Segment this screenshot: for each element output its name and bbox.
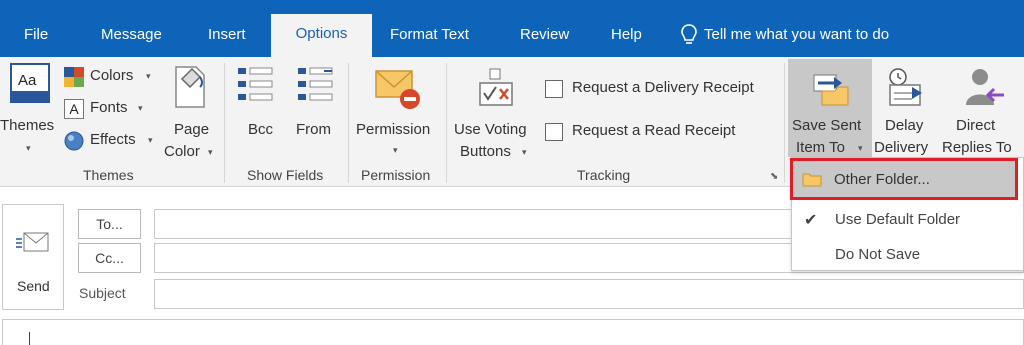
bcc-button[interactable]: Bcc <box>232 61 282 161</box>
group-separator <box>446 63 447 183</box>
group-separator <box>348 63 349 183</box>
ribbon-tab-bar: File Message Insert Options Format Text … <box>0 0 1024 57</box>
use-default-folder-label: Use Default Folder <box>835 211 961 228</box>
delay-label-1: Delay <box>885 117 924 134</box>
group-label-show-fields: Show Fields <box>247 167 324 183</box>
colors-icon <box>64 67 84 87</box>
from-icon <box>298 67 333 101</box>
save-sent-caret-icon: ▾ <box>858 143 863 153</box>
group-separator <box>224 63 225 183</box>
svg-text:Aa: Aa <box>18 72 37 89</box>
save-sent-label-1: Save Sent <box>792 117 862 134</box>
tab-review[interactable]: Review <box>520 22 569 48</box>
read-receipt-box[interactable] <box>545 123 563 141</box>
delivery-receipt-checkbox[interactable]: Request a Delivery Receipt <box>543 77 783 101</box>
direct-label-1: Direct <box>956 117 996 134</box>
permission-caret-icon: ▾ <box>393 145 398 155</box>
send-label: Send <box>17 278 50 294</box>
from-label: From <box>296 121 331 138</box>
fonts-icon: A <box>64 99 84 119</box>
subject-label: Subject <box>79 285 126 301</box>
fonts-label: Fonts <box>90 99 128 116</box>
permission-button[interactable]: Permission ▾ <box>352 61 442 161</box>
direct-label-2: Replies To <box>942 139 1012 156</box>
send-button[interactable]: Send <box>2 204 64 310</box>
delivery-receipt-box[interactable] <box>545 80 563 98</box>
use-voting-label-2: Buttons <box>460 143 511 160</box>
dialog-launcher-icon[interactable]: ⬊ <box>770 171 778 182</box>
save-sent-label-2: Item To <box>796 139 845 156</box>
colors-caret-icon: ▾ <box>146 71 151 81</box>
lightbulb-icon <box>681 24 697 44</box>
tab-options[interactable]: Options <box>271 14 372 57</box>
effects-label: Effects <box>90 131 136 148</box>
tab-format-text[interactable]: Format Text <box>390 22 469 48</box>
save-sent-item-to-button[interactable]: Save Sent Item To ▾ <box>788 59 872 157</box>
use-voting-caret-icon: ▾ <box>522 147 527 157</box>
group-label-themes: Themes <box>83 167 134 183</box>
colors-label: Colors <box>90 67 134 84</box>
bcc-icon <box>238 67 273 101</box>
menu-item-use-default-folder[interactable]: ✔ Use Default Folder <box>792 203 1023 237</box>
menu-item-do-not-save[interactable]: Do Not Save <box>792 238 1023 272</box>
folder-icon <box>802 173 822 187</box>
fonts-caret-icon: ▾ <box>138 103 143 113</box>
tab-options-label: Options <box>295 25 348 42</box>
use-voting-label-1: Use Voting <box>454 121 527 138</box>
page-color-label-2: Color <box>164 143 200 160</box>
group-label-permission: Permission <box>361 167 431 183</box>
effects-caret-icon: ▾ <box>148 135 153 145</box>
delay-delivery-button[interactable]: Delay Delivery <box>872 59 940 157</box>
themes-button[interactable]: Aa Themes ▾ <box>0 61 60 157</box>
permission-label: Permission <box>356 121 431 138</box>
text-cursor <box>29 332 30 345</box>
group-separator <box>784 63 785 183</box>
themes-caret-icon: ▾ <box>26 143 31 153</box>
delay-delivery-icon <box>889 68 922 106</box>
group-label-tracking: Tracking <box>577 167 631 183</box>
read-receipt-checkbox[interactable]: Request a Read Receipt <box>543 120 783 144</box>
tab-file[interactable]: File <box>24 22 48 48</box>
send-icon <box>16 232 49 252</box>
effects-button[interactable]: Effects ▾ <box>64 129 160 153</box>
save-sent-items-icon <box>813 74 849 106</box>
read-receipt-label: Request a Read Receipt <box>572 122 736 139</box>
direct-replies-button[interactable]: Direct Replies To <box>940 59 1024 157</box>
direct-replies-icon <box>966 69 1004 105</box>
menu-item-other-folder[interactable]: Other Folder... <box>790 158 1018 200</box>
colors-button[interactable]: Colors ▾ <box>64 65 160 89</box>
fonts-button[interactable]: A Fonts ▾ <box>64 97 160 121</box>
other-folder-label: Other Folder... <box>834 171 930 188</box>
from-button[interactable]: From <box>292 61 342 161</box>
tab-help[interactable]: Help <box>611 22 642 48</box>
delay-label-2: Delivery <box>874 139 929 156</box>
subject-field[interactable] <box>154 279 1024 309</box>
bcc-label: Bcc <box>248 121 274 138</box>
themes-label: Themes <box>0 117 55 134</box>
page-color-button[interactable]: Page Color ▾ <box>160 61 220 161</box>
voting-buttons-icon <box>479 68 513 106</box>
tab-insert[interactable]: Insert <box>208 22 246 48</box>
effects-icon <box>64 131 84 151</box>
do-not-save-label: Do Not Save <box>835 246 921 263</box>
to-button[interactable]: To... <box>78 209 141 239</box>
message-body[interactable] <box>2 319 1024 345</box>
use-voting-buttons-button[interactable]: Use Voting Buttons ▾ <box>452 61 540 161</box>
permission-icon <box>375 70 420 109</box>
themes-icon: Aa <box>10 63 50 103</box>
page-color-caret-icon: ▾ <box>208 147 213 157</box>
tab-message[interactable]: Message <box>101 22 162 48</box>
tell-me-label: Tell me what you want to do <box>704 26 890 43</box>
page-color-icon <box>175 66 205 108</box>
cc-button[interactable]: Cc... <box>78 243 141 273</box>
page-color-label-1: Page <box>174 121 210 138</box>
checkmark-icon: ✔ <box>804 212 818 229</box>
delivery-receipt-label: Request a Delivery Receipt <box>572 79 754 96</box>
